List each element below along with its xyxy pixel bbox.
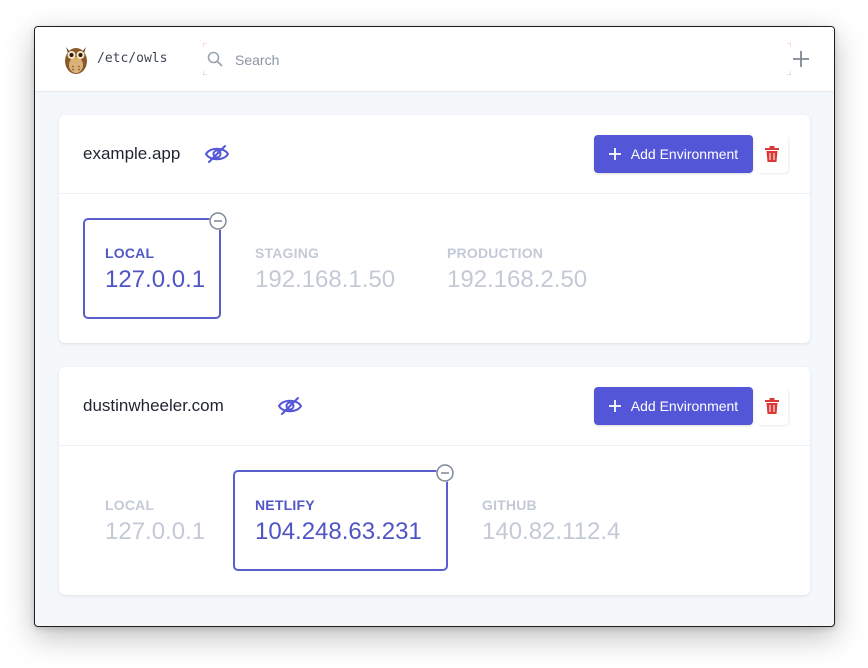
search-box[interactable] [203, 43, 791, 75]
remove-circle-icon[interactable] [436, 464, 454, 482]
site-card-header: dustinwheeler.com Add Environment [59, 367, 810, 446]
add-environment-label: Add Environment [630, 398, 739, 414]
trash-icon [765, 146, 779, 162]
eye-slash-icon[interactable] [204, 141, 230, 167]
plus-icon [608, 148, 621, 160]
add-site-button[interactable] [790, 48, 812, 70]
site-card-header: example.app Add Environment [59, 115, 810, 194]
add-environment-button[interactable]: Add Environment [594, 135, 753, 173]
environment-tile-netlify[interactable]: NETLIFY 104.248.63.231 [233, 464, 454, 571]
trash-icon [765, 398, 779, 414]
eye-slash-icon[interactable] [277, 393, 303, 419]
environment-tile-staging[interactable]: STAGING 192.168.1.50 [233, 218, 403, 319]
remove-circle-icon[interactable] [209, 212, 227, 230]
search-icon [207, 51, 223, 67]
environment-name: PRODUCTION [447, 245, 544, 261]
search-corner-mark [203, 71, 207, 75]
environment-ip: 104.248.63.231 [255, 518, 422, 545]
environment-ip: 127.0.0.1 [105, 266, 206, 293]
site-card: dustinwheeler.com Add Environment LOCAL … [59, 367, 810, 595]
site-name: dustinwheeler.com [83, 396, 224, 415]
site-card: example.app Add Environment LOCAL 127.0.… [59, 115, 810, 343]
environment-tile-production[interactable]: PRODUCTION 192.168.2.50 [425, 218, 615, 319]
add-environment-button[interactable]: Add Environment [594, 387, 753, 425]
environment-name: NETLIFY [255, 497, 315, 513]
environment-name: LOCAL [105, 245, 155, 261]
environment-name: LOCAL [105, 497, 155, 513]
owl-icon [65, 47, 87, 74]
delete-site-button[interactable] [756, 135, 788, 173]
search-corner-mark [787, 43, 791, 47]
delete-site-button[interactable] [756, 387, 788, 425]
app-title: /etc/owls [97, 51, 168, 66]
environment-tile-github[interactable]: GITHUB 140.82.112.4 [460, 470, 640, 571]
search-input[interactable] [233, 49, 757, 71]
environment-name: GITHUB [482, 497, 537, 513]
top-bar: /etc/owls [35, 27, 834, 92]
environment-name: STAGING [255, 245, 320, 261]
environment-tile-local[interactable]: LOCAL 127.0.0.1 [83, 212, 227, 319]
app-window: /etc/owls example.app [34, 26, 835, 627]
environment-ip: 192.168.2.50 [447, 266, 588, 293]
site-name: example.app [83, 144, 181, 163]
plus-icon [608, 400, 621, 412]
environment-tile-local[interactable]: LOCAL 127.0.0.1 [83, 470, 223, 571]
search-corner-mark [787, 71, 791, 75]
environment-ip: 140.82.112.4 [482, 518, 621, 545]
environment-ip: 127.0.0.1 [105, 518, 206, 545]
add-environment-label: Add Environment [630, 146, 739, 162]
environment-ip: 192.168.1.50 [255, 266, 396, 293]
search-corner-mark [203, 43, 207, 47]
